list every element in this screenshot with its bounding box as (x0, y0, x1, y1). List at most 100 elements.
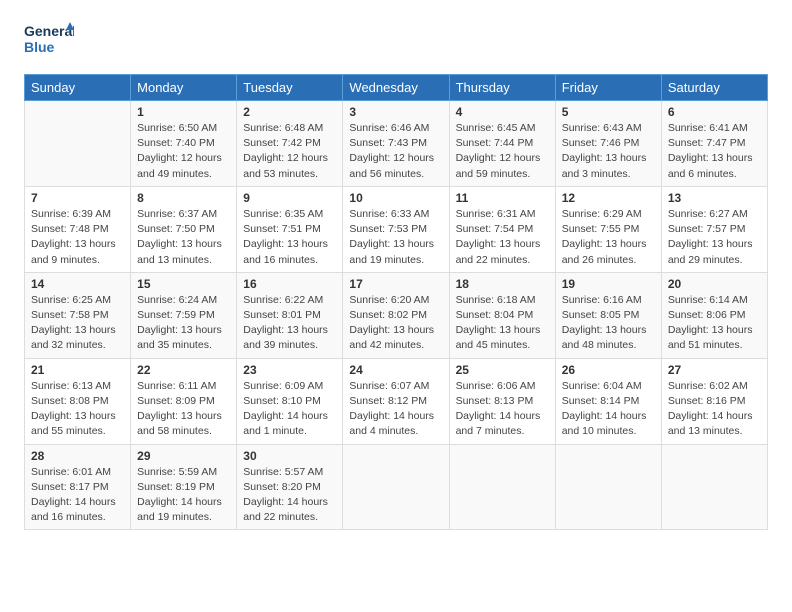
calendar-cell: 13Sunrise: 6:27 AMSunset: 7:57 PMDayligh… (661, 186, 767, 272)
calendar-week-1: 1 Sunrise: 6:50 AMSunset: 7:40 PMDaylight… (25, 101, 768, 187)
day-info: Sunrise: 6:18 AMSunset: 8:04 PMDaylight:… (456, 293, 549, 354)
calendar-cell: 29Sunrise: 5:59 AMSunset: 8:19 PMDayligh… (131, 444, 237, 530)
calendar-cell: 6 Sunrise: 6:41 AMSunset: 7:47 PMDaylight… (661, 101, 767, 187)
calendar-cell: 27 Sunrise: 6:02 AMSunset: 8:16 PMDayligh… (661, 358, 767, 444)
day-number: 18 (456, 277, 549, 291)
day-info: Sunrise: 6:16 AMSunset: 8:05 PMDaylight:… (562, 293, 655, 354)
day-info: Sunrise: 6:04 AMSunset: 8:14 PMDaylight:… (562, 379, 655, 440)
day-info: Sunrise: 5:57 AMSunset: 8:20 PMDaylight:… (243, 465, 336, 526)
calendar-cell: 21 Sunrise: 6:13 AMSunset: 8:08 PMDayligh… (25, 358, 131, 444)
day-info: Sunrise: 6:11 AMSunset: 8:09 PMDaylight:… (137, 379, 230, 440)
day-number: 23 (243, 363, 336, 377)
day-number: 6 (668, 105, 761, 119)
calendar-cell: 15 Sunrise: 6:24 AMSunset: 7:59 PMDayligh… (131, 272, 237, 358)
day-info: Sunrise: 6:29 AMSunset: 7:55 PMDaylight:… (562, 207, 655, 268)
day-number: 5 (562, 105, 655, 119)
day-header-sunday: Sunday (25, 75, 131, 101)
day-info: Sunrise: 6:45 AMSunset: 7:44 PMDaylight:… (456, 121, 549, 182)
calendar-cell: 11 Sunrise: 6:31 AMSunset: 7:54 PMDayligh… (449, 186, 555, 272)
calendar-cell: 8 Sunrise: 6:37 AMSunset: 7:50 PMDaylight… (131, 186, 237, 272)
logo-svg: General Blue (24, 20, 74, 62)
day-number: 9 (243, 191, 336, 205)
day-number: 7 (31, 191, 124, 205)
day-info: Sunrise: 6:06 AMSunset: 8:13 PMDaylight:… (456, 379, 549, 440)
day-header-monday: Monday (131, 75, 237, 101)
header: General Blue (24, 20, 768, 62)
day-info: Sunrise: 6:24 AMSunset: 7:59 PMDaylight:… (137, 293, 230, 354)
svg-text:General: General (24, 23, 74, 39)
calendar-cell: 10Sunrise: 6:33 AMSunset: 7:53 PMDayligh… (343, 186, 449, 272)
day-info: Sunrise: 6:35 AMSunset: 7:51 PMDaylight:… (243, 207, 336, 268)
day-number: 8 (137, 191, 230, 205)
calendar-cell: 3 Sunrise: 6:46 AMSunset: 7:43 PMDaylight… (343, 101, 449, 187)
day-info: Sunrise: 6:41 AMSunset: 7:47 PMDaylight:… (668, 121, 761, 182)
calendar-cell: 20 Sunrise: 6:14 AMSunset: 8:06 PMDayligh… (661, 272, 767, 358)
svg-text:Blue: Blue (24, 39, 55, 55)
calendar-week-4: 21 Sunrise: 6:13 AMSunset: 8:08 PMDayligh… (25, 358, 768, 444)
calendar-cell: 25Sunrise: 6:06 AMSunset: 8:13 PMDayligh… (449, 358, 555, 444)
day-number: 21 (31, 363, 124, 377)
day-info: Sunrise: 6:01 AMSunset: 8:17 PMDaylight:… (31, 465, 124, 526)
page-container: General Blue SundayMondayTuesdayWednesda… (0, 0, 792, 546)
day-number: 24 (349, 363, 442, 377)
calendar-cell: 12 Sunrise: 6:29 AMSunset: 7:55 PMDayligh… (555, 186, 661, 272)
day-info: Sunrise: 6:37 AMSunset: 7:50 PMDaylight:… (137, 207, 230, 268)
day-number: 27 (668, 363, 761, 377)
day-number: 4 (456, 105, 549, 119)
day-info: Sunrise: 6:07 AMSunset: 8:12 PMDaylight:… (349, 379, 442, 440)
day-info: Sunrise: 6:25 AMSunset: 7:58 PMDaylight:… (31, 293, 124, 354)
calendar-cell (661, 444, 767, 530)
day-info: Sunrise: 6:39 AMSunset: 7:48 PMDaylight:… (31, 207, 124, 268)
calendar-cell: 30Sunrise: 5:57 AMSunset: 8:20 PMDayligh… (237, 444, 343, 530)
day-number: 10 (349, 191, 442, 205)
day-header-friday: Friday (555, 75, 661, 101)
calendar-cell: 17 Sunrise: 6:20 AMSunset: 8:02 PMDayligh… (343, 272, 449, 358)
calendar-cell: 19 Sunrise: 6:16 AMSunset: 8:05 PMDayligh… (555, 272, 661, 358)
calendar-cell: 9 Sunrise: 6:35 AMSunset: 7:51 PMDaylight… (237, 186, 343, 272)
day-number: 3 (349, 105, 442, 119)
calendar-cell (343, 444, 449, 530)
day-info: Sunrise: 6:02 AMSunset: 8:16 PMDaylight:… (668, 379, 761, 440)
day-info: Sunrise: 6:09 AMSunset: 8:10 PMDaylight:… (243, 379, 336, 440)
day-number: 26 (562, 363, 655, 377)
calendar-cell: 24 Sunrise: 6:07 AMSunset: 8:12 PMDayligh… (343, 358, 449, 444)
calendar-cell (555, 444, 661, 530)
calendar-cell: 1 Sunrise: 6:50 AMSunset: 7:40 PMDaylight… (131, 101, 237, 187)
day-info: Sunrise: 6:22 AMSunset: 8:01 PMDaylight:… (243, 293, 336, 354)
calendar-week-2: 7 Sunrise: 6:39 AMSunset: 7:48 PMDaylight… (25, 186, 768, 272)
calendar-cell: 18 Sunrise: 6:18 AMSunset: 8:04 PMDayligh… (449, 272, 555, 358)
day-info: Sunrise: 6:50 AMSunset: 7:40 PMDaylight:… (137, 121, 230, 182)
day-number: 16 (243, 277, 336, 291)
day-header-thursday: Thursday (449, 75, 555, 101)
day-info: Sunrise: 6:20 AMSunset: 8:02 PMDaylight:… (349, 293, 442, 354)
day-info: Sunrise: 6:48 AMSunset: 7:42 PMDaylight:… (243, 121, 336, 182)
day-number: 22 (137, 363, 230, 377)
day-number: 19 (562, 277, 655, 291)
day-number: 12 (562, 191, 655, 205)
day-info: Sunrise: 6:13 AMSunset: 8:08 PMDaylight:… (31, 379, 124, 440)
logo: General Blue (24, 20, 74, 62)
calendar-cell: 4 Sunrise: 6:45 AMSunset: 7:44 PMDaylight… (449, 101, 555, 187)
day-number: 15 (137, 277, 230, 291)
day-number: 1 (137, 105, 230, 119)
calendar-cell: 2 Sunrise: 6:48 AMSunset: 7:42 PMDaylight… (237, 101, 343, 187)
day-number: 20 (668, 277, 761, 291)
day-info: Sunrise: 6:14 AMSunset: 8:06 PMDaylight:… (668, 293, 761, 354)
calendar-cell: 16 Sunrise: 6:22 AMSunset: 8:01 PMDayligh… (237, 272, 343, 358)
day-header-wednesday: Wednesday (343, 75, 449, 101)
day-info: Sunrise: 6:27 AMSunset: 7:57 PMDaylight:… (668, 207, 761, 268)
day-info: Sunrise: 6:46 AMSunset: 7:43 PMDaylight:… (349, 121, 442, 182)
day-number: 14 (31, 277, 124, 291)
day-header-saturday: Saturday (661, 75, 767, 101)
calendar-cell (449, 444, 555, 530)
day-number: 11 (456, 191, 549, 205)
day-info: Sunrise: 6:31 AMSunset: 7:54 PMDaylight:… (456, 207, 549, 268)
calendar-cell: 23 Sunrise: 6:09 AMSunset: 8:10 PMDayligh… (237, 358, 343, 444)
day-number: 17 (349, 277, 442, 291)
calendar-cell: 5Sunrise: 6:43 AMSunset: 7:46 PMDaylight… (555, 101, 661, 187)
calendar-cell: 28 Sunrise: 6:01 AMSunset: 8:17 PMDayligh… (25, 444, 131, 530)
calendar-table: SundayMondayTuesdayWednesdayThursdayFrid… (24, 74, 768, 530)
day-number: 28 (31, 449, 124, 463)
day-number: 2 (243, 105, 336, 119)
day-number: 29 (137, 449, 230, 463)
